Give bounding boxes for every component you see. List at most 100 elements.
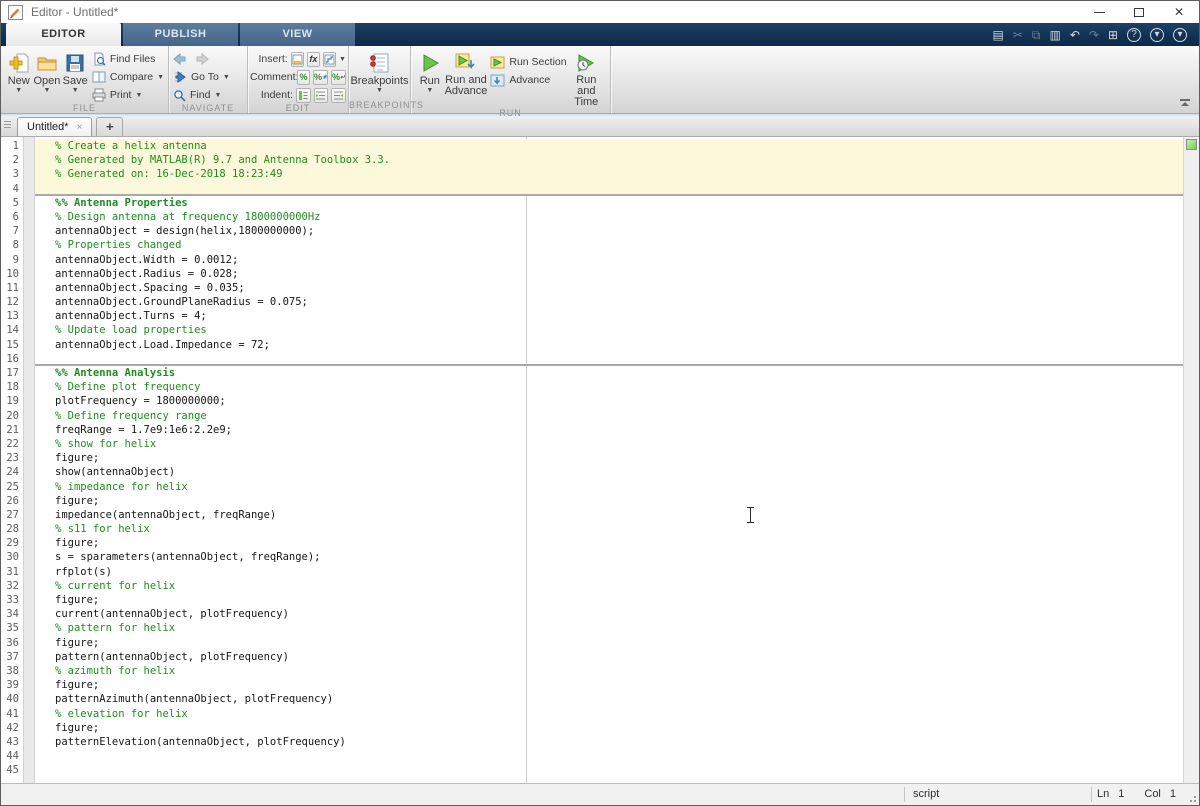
insert-chart-button[interactable] <box>323 52 336 67</box>
ribbon-tab-view[interactable]: VIEW <box>240 23 355 46</box>
code-line-40[interactable]: patternAzimuth(antennaObject, plotFreque… <box>35 692 1183 706</box>
code-line-17[interactable]: %% Antenna Analysis <box>35 366 1183 380</box>
insert-section-button[interactable] <box>291 52 304 67</box>
code-line-24[interactable]: show(antennaObject) <box>35 465 1183 479</box>
comment-button[interactable]: % <box>297 70 310 85</box>
tabbar-grip[interactable] <box>4 121 11 130</box>
document-tab-untitled[interactable]: Untitled* × <box>17 117 92 136</box>
code-line-15[interactable]: antennaObject.Load.Impedance = 72; <box>35 338 1183 352</box>
redo-icon[interactable]: ↷ <box>1089 29 1099 41</box>
copy-icon[interactable]: ⧉ <box>1032 29 1041 41</box>
run-button[interactable]: Run ▼ <box>415 49 445 94</box>
code-line-1[interactable]: % Create a helix antenna <box>35 139 1183 153</box>
code-line-26[interactable]: figure; <box>35 494 1183 508</box>
run-section-button[interactable]: Run Section <box>490 54 566 70</box>
tab-close-icon[interactable]: × <box>77 122 83 133</box>
code-line-43[interactable]: patternElevation(antennaObject, plotFreq… <box>35 735 1183 749</box>
code-line-12[interactable]: antennaObject.GroundPlaneRadius = 0.075; <box>35 295 1183 309</box>
code-line-2[interactable]: % Generated by MATLAB(R) 9.7 and Antenna… <box>35 153 1183 167</box>
forward-arrow-icon[interactable] <box>195 53 209 65</box>
code-area[interactable]: % Create a helix antenna% Generated by M… <box>35 137 1183 783</box>
new-tab-button[interactable]: + <box>96 117 123 136</box>
run-and-time-button[interactable]: Run and Time <box>567 49 606 108</box>
line-number: 15 <box>1 338 21 352</box>
code-line-35[interactable]: % pattern for helix <box>35 621 1183 635</box>
breakpoints-icon <box>369 50 391 75</box>
advance-button[interactable]: Advance <box>490 72 566 88</box>
breakpoints-button[interactable]: Breakpoints ▼ <box>350 49 408 94</box>
breakpoint-strip[interactable] <box>23 137 35 783</box>
code-line-44[interactable] <box>35 749 1183 763</box>
code-line-13[interactable]: antennaObject.Turns = 4; <box>35 309 1183 323</box>
code-line-29[interactable]: figure; <box>35 536 1183 550</box>
code-editor[interactable]: 1234567891011121314151617181920212223242… <box>1 137 1199 783</box>
close-button[interactable]: ✕ <box>1159 1 1199 23</box>
back-arrow-icon[interactable] <box>173 53 187 65</box>
insert-function-button[interactable]: fx <box>307 52 320 67</box>
code-line-20[interactable]: % Define frequency range <box>35 409 1183 423</box>
code-analyzer-indicator[interactable] <box>1186 139 1197 150</box>
wrap-comments-button[interactable]: %↵ <box>331 70 346 85</box>
save-button[interactable]: Save ▼ <box>61 49 88 94</box>
code-line-21[interactable]: freqRange = 1.7e9:1e6:2.2e9; <box>35 423 1183 437</box>
resize-grip[interactable] <box>1187 793 1196 802</box>
more-options-icon[interactable]: ▾ <box>1150 28 1164 42</box>
community-icon[interactable]: ▾ <box>1173 28 1187 42</box>
maximize-button[interactable] <box>1119 1 1159 23</box>
code-line-3[interactable]: % Generated on: 16-Dec-2018 18:23:49 <box>35 167 1183 181</box>
code-line-5[interactable]: %% Antenna Properties <box>35 196 1183 210</box>
code-line-23[interactable]: figure; <box>35 451 1183 465</box>
collapse-ribbon-button[interactable] <box>1179 99 1191 109</box>
indent-left-button[interactable] <box>331 88 346 103</box>
code-line-4[interactable] <box>35 182 1183 196</box>
uncomment-button[interactable]: %✳ <box>313 70 328 85</box>
help-icon[interactable]: ? <box>1127 28 1141 42</box>
code-line-7[interactable]: antennaObject = design(helix,1800000000)… <box>35 224 1183 238</box>
new-button[interactable]: New ▼ <box>5 49 32 94</box>
ribbon-tab-publish[interactable]: PUBLISH <box>123 23 238 46</box>
go-to-button[interactable]: Go To ▼ <box>173 69 230 85</box>
cut-icon[interactable]: ✂ <box>1013 29 1023 41</box>
find-button[interactable]: Find ▼ <box>173 87 230 103</box>
code-line-32[interactable]: % current for helix <box>35 579 1183 593</box>
code-line-9[interactable]: antennaObject.Width = 0.0012; <box>35 253 1183 267</box>
new-window-icon[interactable]: ⊞ <box>1108 29 1118 41</box>
open-button[interactable]: Open ▼ <box>32 49 61 94</box>
code-line-25[interactable]: % impedance for helix <box>35 480 1183 494</box>
run-and-advance-button[interactable]: Run and Advance <box>445 49 488 97</box>
code-line-27[interactable]: impedance(antennaObject, freqRange) <box>35 508 1183 522</box>
code-line-14[interactable]: % Update load properties <box>35 323 1183 337</box>
code-line-19[interactable]: plotFrequency = 1800000000; <box>35 394 1183 408</box>
code-line-41[interactable]: % elevation for helix <box>35 707 1183 721</box>
code-line-38[interactable]: % azimuth for helix <box>35 664 1183 678</box>
code-line-42[interactable]: figure; <box>35 721 1183 735</box>
code-line-8[interactable]: % Properties changed <box>35 238 1183 252</box>
code-line-11[interactable]: antennaObject.Spacing = 0.035; <box>35 281 1183 295</box>
code-line-16[interactable] <box>35 352 1183 366</box>
smart-indent-button[interactable] <box>296 88 311 103</box>
undo-icon[interactable]: ↶ <box>1070 29 1080 41</box>
code-line-45[interactable] <box>35 763 1183 777</box>
indent-right-button[interactable] <box>314 88 329 103</box>
code-line-28[interactable]: % s11 for helix <box>35 522 1183 536</box>
code-line-37[interactable]: pattern(antennaObject, plotFrequency) <box>35 650 1183 664</box>
ribbon-tab-editor[interactable]: EDITOR <box>6 23 121 46</box>
editor-scrollbar[interactable] <box>1183 137 1199 783</box>
code-line-36[interactable]: figure; <box>35 636 1183 650</box>
code-line-6[interactable]: % Design antenna at frequency 1800000000… <box>35 210 1183 224</box>
compare-button[interactable]: Compare ▼ <box>92 69 164 85</box>
minimize-button[interactable] <box>1079 1 1119 23</box>
code-line-30[interactable]: s = sparameters(antennaObject, freqRange… <box>35 550 1183 564</box>
print-button[interactable]: Print ▼ <box>92 87 164 103</box>
code-line-33[interactable]: figure; <box>35 593 1183 607</box>
code-line-22[interactable]: % show for helix <box>35 437 1183 451</box>
save-icon[interactable]: ▤ <box>992 29 1003 41</box>
code-line-34[interactable]: current(antennaObject, plotFrequency) <box>35 607 1183 621</box>
code-line-18[interactable]: % Define plot frequency <box>35 380 1183 394</box>
code-line-10[interactable]: antennaObject.Radius = 0.028; <box>35 267 1183 281</box>
insert-caret-icon[interactable]: ▼ <box>339 56 346 63</box>
code-line-31[interactable]: rfplot(s) <box>35 565 1183 579</box>
code-line-39[interactable]: figure; <box>35 678 1183 692</box>
find-files-button[interactable]: Find Files <box>92 51 164 67</box>
paste-icon[interactable]: ▥ <box>1049 29 1060 41</box>
